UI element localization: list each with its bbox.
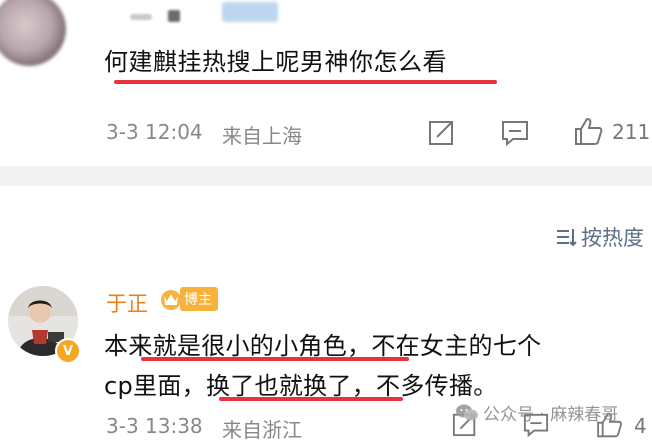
like-count: 211 — [612, 120, 651, 144]
like-icon[interactable] — [572, 115, 604, 147]
username-blurred-part — [168, 10, 180, 22]
username-blurred — [130, 14, 152, 20]
crown-icon — [161, 290, 181, 310]
post-date: 3-3 12:04 — [106, 120, 203, 144]
avatar-blurred[interactable] — [0, 0, 66, 66]
post-text: 何建麒挂热搜上呢男神你怎么看 — [104, 48, 447, 76]
wechat-icon — [456, 404, 478, 420]
author-name[interactable]: 于正 — [106, 288, 148, 318]
watermark-text: 公众号 · 麻辣春哥 — [483, 405, 619, 425]
watermark: 公众号 · 麻辣春哥 — [455, 400, 618, 425]
comment-icon[interactable] — [500, 119, 530, 147]
reply-text-line-2: cp里面，换了也就换了，不多传播。 — [104, 366, 498, 401]
reply-text-segment-highlighted: 来就是很小的小角色， — [128, 332, 372, 360]
verified-badge-icon: V — [55, 338, 81, 364]
badge-label: 博主 — [180, 287, 218, 311]
red-underline — [219, 397, 403, 401]
section-divider — [0, 166, 652, 186]
post-location: 来自上海 — [222, 124, 302, 148]
share-icon[interactable] — [428, 118, 456, 146]
author-badge: 博主 — [160, 286, 218, 312]
reply-text-segment: cp里面， — [104, 372, 206, 400]
reply-text-segment-highlighted: 换了也就换了， — [205, 372, 377, 400]
red-underline — [114, 80, 497, 84]
sort-by-popularity[interactable]: 按热度 — [555, 222, 644, 252]
reply-text-segment: 不在女主的七个 — [371, 332, 542, 360]
username-blurred-highlight — [222, 2, 278, 22]
sort-icon — [557, 229, 577, 247]
reply-text-line-1: 本来就是很小的小角色，不在女主的七个 — [104, 326, 541, 361]
reply-text-segment: 本 — [104, 332, 129, 360]
red-underline — [141, 357, 409, 361]
sort-label: 按热度 — [581, 226, 644, 250]
reply-text-segment: 不多传播。 — [376, 372, 498, 400]
reply-date: 3-3 13:38 — [106, 414, 203, 438]
reply-like-count: 4 — [634, 414, 647, 438]
